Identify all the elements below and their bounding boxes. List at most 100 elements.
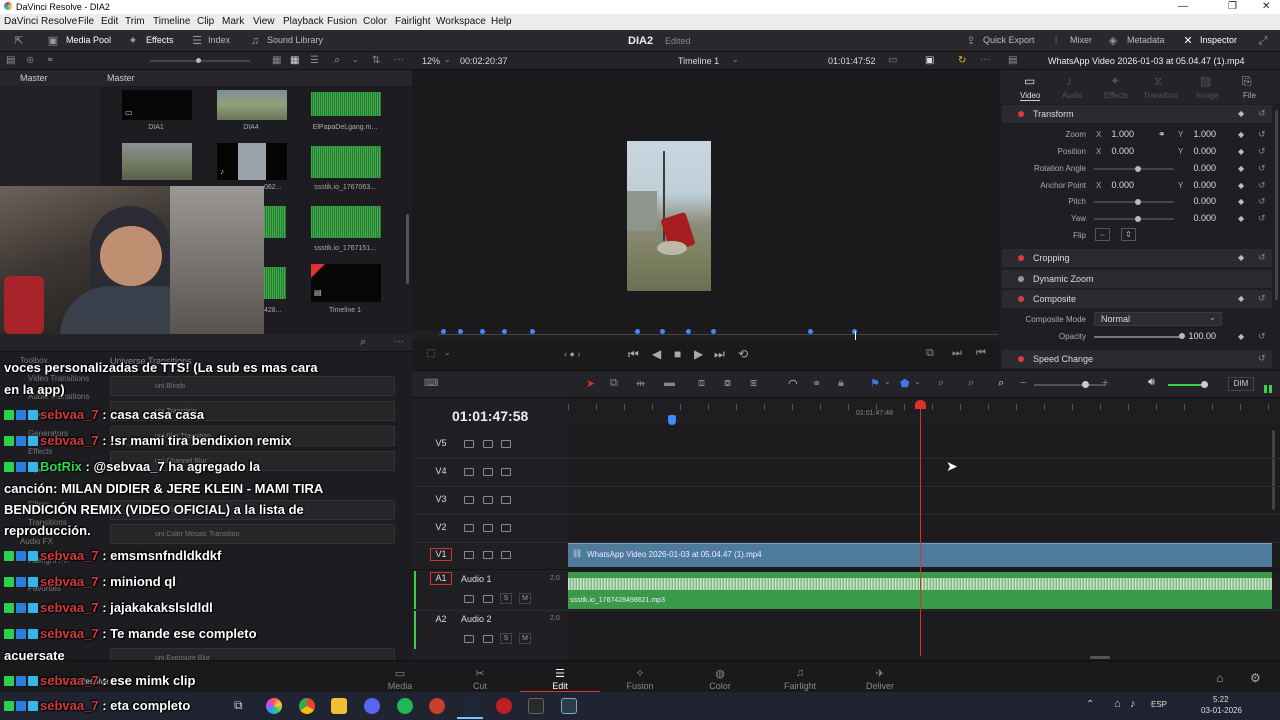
file-tab-icon[interactable]: ⎘ <box>1242 74 1252 89</box>
grid-view-icon[interactable]: ▦ <box>290 55 299 66</box>
chevron-down-icon[interactable]: ⌄ <box>352 55 359 64</box>
viewer-playhead[interactable] <box>855 331 856 340</box>
viewer-scrub-bar[interactable] <box>412 330 1000 340</box>
keyframe-icon[interactable]: ◆ <box>1238 197 1244 206</box>
language-indicator[interactable]: ESP <box>1151 700 1167 709</box>
reset-icon[interactable]: ↺ <box>1258 213 1266 224</box>
jog-control-icon[interactable]: ‹ ● › <box>564 349 580 359</box>
rotation-field[interactable]: 0.000 <box>1176 163 1220 176</box>
solo-button[interactable]: S <box>500 633 512 644</box>
track-v4[interactable]: V4 <box>430 466 452 476</box>
clock-date[interactable]: 03-01-2026 <box>1201 706 1242 715</box>
position-y-field[interactable]: 0.000 <box>1176 146 1220 159</box>
media-pool-icon[interactable]: ▣ <box>46 34 60 48</box>
insert-clip-icon[interactable]: ⧈ <box>698 377 705 390</box>
deliver-page-icon[interactable]: ✈ <box>850 667 910 680</box>
reset-icon[interactable]: ↺ <box>1258 293 1266 304</box>
menu-timeline[interactable]: Timeline <box>153 16 190 27</box>
lock-track-icon[interactable] <box>464 635 474 643</box>
timeline-hscrollbar[interactable] <box>1090 656 1110 659</box>
keyframe-icon[interactable]: ◆ <box>1238 130 1244 139</box>
track-v1[interactable]: V1 <box>430 548 452 561</box>
speaker-icon[interactable]: 🔊︎ <box>1148 376 1155 389</box>
section-enable-icon[interactable] <box>1018 296 1024 302</box>
timeline-scrollbar[interactable] <box>1272 430 1275 510</box>
composite-mode-dropdown[interactable]: Normal ⌄ <box>1094 312 1222 326</box>
reset-icon[interactable]: ↺ <box>1258 146 1266 157</box>
timeline-playhead[interactable] <box>920 404 921 656</box>
home-icon[interactable]: ⌂ <box>1216 671 1223 685</box>
search-icon[interactable]: ⌕ <box>360 336 366 349</box>
maximize-button[interactable]: ❐ <box>1228 1 1237 12</box>
fx-item[interactable]: uni.Color Mosaic Transition <box>110 524 395 544</box>
index-icon[interactable]: ☰ <box>190 34 204 48</box>
auto-select-icon[interactable] <box>483 595 493 603</box>
go-to-start-icon[interactable]: ⏮ <box>628 347 639 362</box>
track-enable-icon[interactable] <box>501 440 511 448</box>
fx-item[interactable]: uni.Blinds <box>110 376 395 396</box>
page-deliver[interactable]: Deliver <box>850 681 910 691</box>
track-v3[interactable]: V3 <box>430 494 452 504</box>
keyframe-icon[interactable]: ◆ <box>1238 294 1244 303</box>
playhead-handle[interactable] <box>915 400 926 409</box>
loop-icon[interactable]: ⟲ <box>738 347 748 361</box>
auto-select-icon[interactable] <box>483 496 493 504</box>
menu-playback[interactable]: Playback <box>283 16 324 27</box>
replace-clip-icon[interactable]: ⧆ <box>750 377 757 390</box>
audio-clip-thumbnail[interactable] <box>311 146 381 178</box>
sound-library-button[interactable]: Sound Library <box>267 35 323 45</box>
marker-icon[interactable] <box>441 329 446 334</box>
reset-icon[interactable]: ↺ <box>1258 353 1266 364</box>
track-a2-name[interactable]: Audio 2 <box>461 614 492 624</box>
discord-icon[interactable] <box>364 698 380 714</box>
timeline-thumbnail[interactable]: ▤ <box>311 264 381 302</box>
menu-trim[interactable]: Trim <box>125 16 145 27</box>
section-enable-icon[interactable] <box>1018 255 1024 261</box>
zoom-in-icon[interactable]: + <box>1102 377 1108 389</box>
more-options-icon[interactable]: ··· <box>394 336 404 347</box>
overwrite-clip-icon[interactable]: ⧇ <box>724 377 731 390</box>
transform-section[interactable]: Transform ◆ ↺ <box>1002 105 1272 123</box>
viewer-zoom[interactable]: 12% <box>422 56 440 66</box>
lock-track-icon[interactable] <box>464 595 474 603</box>
match-frame-icon[interactable]: ⧉ <box>926 347 934 360</box>
spotify-icon[interactable] <box>397 698 413 714</box>
menu-clip[interactable]: Clip <box>197 16 214 27</box>
reset-icon[interactable]: ↺ <box>1258 129 1266 140</box>
link-icon[interactable]: ⚭ <box>1158 129 1166 140</box>
tab-effects[interactable]: Effects <box>1104 91 1128 100</box>
menu-help[interactable]: Help <box>491 16 512 27</box>
position-lock-icon[interactable]: 🔒︎ <box>838 377 844 390</box>
auto-select-icon[interactable] <box>483 551 493 559</box>
obs-icon[interactable] <box>496 698 512 714</box>
marker-icon[interactable] <box>660 329 665 334</box>
cut-page-icon[interactable]: ✂ <box>450 667 510 680</box>
blade-tool-icon[interactable]: ▬ <box>664 377 675 389</box>
page-color[interactable]: Color <box>690 681 750 691</box>
zoom-out-icon[interactable]: − <box>1020 377 1026 389</box>
lock-track-icon[interactable] <box>464 440 474 448</box>
flip-vertical-icon[interactable]: ⇕ <box>1121 228 1136 241</box>
sound-library-icon[interactable]: ♫ <box>248 34 262 48</box>
viewer-mode-icon[interactable]: ⬚ <box>426 348 435 359</box>
timeline-timecode[interactable]: 01:01:47:58 <box>452 408 528 424</box>
opacity-field[interactable]: 100.00 <box>1176 331 1220 344</box>
linked-selection-icon[interactable]: ⚭ <box>812 377 821 390</box>
more-options-icon[interactable]: ··· <box>394 54 404 65</box>
stop-icon[interactable]: ■ <box>674 347 681 361</box>
chrome-icon[interactable] <box>299 698 315 714</box>
sort-icon[interactable]: ⇅ <box>372 55 380 66</box>
pitch-slider-knob[interactable] <box>1135 199 1141 205</box>
zoom-y-field[interactable]: 1.000 <box>1176 129 1220 142</box>
anchor-x-field[interactable]: 0.000 <box>1094 180 1138 193</box>
reset-icon[interactable]: ↺ <box>1258 252 1266 263</box>
play-icon[interactable]: ▶ <box>694 347 703 361</box>
reverse-play-icon[interactable]: ◀ <box>652 347 661 361</box>
tab-video[interactable]: Video <box>1020 91 1041 101</box>
keyframe-icon[interactable]: ◆ <box>1238 147 1244 156</box>
quick-export-icon[interactable]: ⇪ <box>964 34 978 48</box>
page-media[interactable]: Media <box>370 681 430 691</box>
keyframe-icon[interactable]: ◆ <box>1238 181 1244 190</box>
reset-icon[interactable]: ↺ <box>1258 180 1266 191</box>
menu-workspace[interactable]: Workspace <box>436 16 486 27</box>
